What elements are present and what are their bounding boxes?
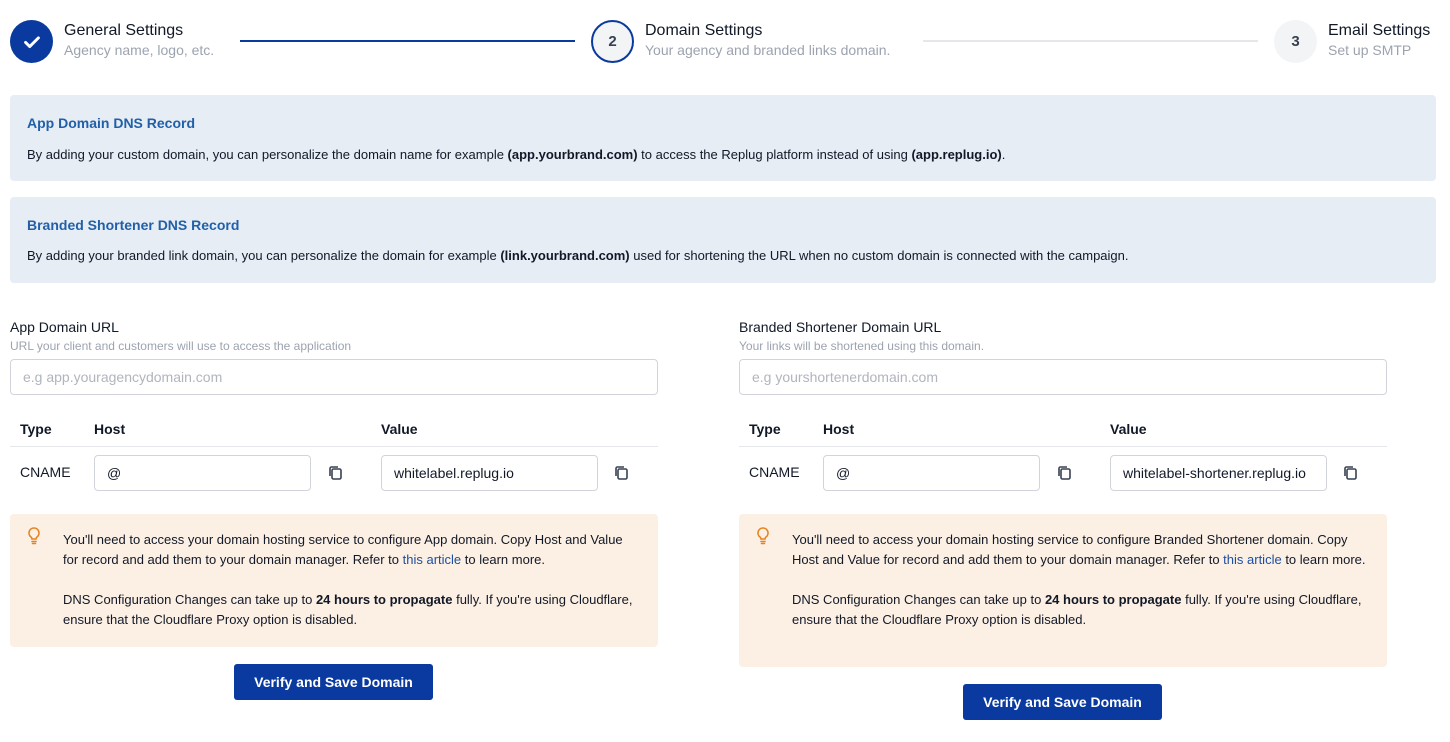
copy-value-icon[interactable]: [1342, 464, 1360, 482]
dns-record-row: CNAME @ whitelabel.replug.io: [10, 455, 658, 491]
value-header: Value: [1110, 421, 1147, 437]
verify-save-branded-domain-button[interactable]: Verify and Save Domain: [963, 684, 1162, 720]
app-domain-label: App Domain URL: [10, 319, 119, 335]
branded-domain-input[interactable]: [739, 359, 1387, 395]
example-domain: (app.yourbrand.com): [507, 147, 638, 162]
value-header: Value: [381, 421, 418, 437]
type-header: Type: [749, 421, 781, 437]
text: DNS Configuration Changes can take up to: [63, 592, 316, 607]
info-title: Branded Shortener DNS Record: [27, 217, 240, 233]
default-domain: (app.replug.io): [911, 147, 1002, 162]
copy-host-icon[interactable]: [327, 464, 345, 482]
step-general-settings[interactable]: General Settings Agency name, logo, etc.: [10, 20, 214, 63]
verify-save-app-domain-button[interactable]: Verify and Save Domain: [234, 664, 433, 700]
branded-domain-help: Your links will be shortened using this …: [739, 339, 985, 353]
text: By adding your branded link domain, you …: [27, 248, 501, 263]
value-field[interactable]: whitelabel.replug.io: [381, 455, 598, 491]
app-domain-input[interactable]: [10, 359, 658, 395]
dns-tip-box: You'll need to access your domain hostin…: [739, 514, 1387, 667]
propagation-time: 24 hours to propagate: [1044, 592, 1182, 607]
step-title: General Settings: [64, 22, 184, 39]
step-title: Email Settings: [1328, 22, 1431, 39]
step-1-circle: [10, 20, 53, 63]
value-field[interactable]: whitelabel-shortener.replug.io: [1110, 455, 1327, 491]
lightbulb-icon: [757, 527, 769, 545]
app-domain-section: App Domain URL URL your client and custo…: [10, 318, 658, 700]
step-subtitle: Set up SMTP: [1328, 42, 1412, 58]
info-title: App Domain DNS Record: [27, 115, 196, 131]
progress-stepper: General Settings Agency name, logo, etc.…: [0, 0, 1450, 80]
dns-record-row: CNAME @ whitelabel-shortener.replug.io: [739, 455, 1387, 491]
tip-text: You'll need to access your domain hostin…: [63, 530, 638, 630]
step-domain-settings[interactable]: 2 Domain Settings Your agency and brande…: [591, 20, 890, 63]
app-domain-help: URL your client and customers will use t…: [10, 339, 352, 353]
text: to access the Replug platform instead of…: [637, 147, 912, 162]
branded-domain-section: Branded Shortener Domain URL Your links …: [739, 318, 1387, 720]
step-2-circle: 2: [591, 20, 634, 63]
type-header: Type: [20, 421, 52, 437]
step-3-circle: 3: [1274, 20, 1317, 63]
this-article-link[interactable]: this article: [1223, 552, 1282, 567]
text: to learn more.: [461, 552, 545, 567]
text: By adding your custom domain, you can pe…: [27, 147, 508, 162]
text: to learn more.: [1281, 552, 1366, 567]
info-description: By adding your branded link domain, you …: [27, 248, 1129, 263]
this-article-link[interactable]: this article: [403, 552, 462, 567]
propagation-time: 24 hours to propagate: [315, 592, 453, 607]
copy-value-icon[interactable]: [613, 464, 631, 482]
record-type: CNAME: [20, 464, 71, 480]
check-icon: [23, 35, 40, 48]
lightbulb-icon: [28, 527, 40, 545]
tip-text: You'll need to access your domain hostin…: [792, 530, 1367, 630]
step-email-settings[interactable]: 3 Email Settings Set up SMTP: [1274, 20, 1430, 63]
host-header: Host: [823, 421, 855, 437]
branded-domain-label: Branded Shortener Domain URL: [739, 319, 942, 335]
copy-host-icon[interactable]: [1056, 464, 1074, 482]
text: .: [1001, 147, 1006, 162]
branded-shortener-info-box: Branded Shortener DNS Record By adding y…: [10, 197, 1436, 283]
app-domain-info-box: App Domain DNS Record By adding your cus…: [10, 95, 1436, 181]
record-type: CNAME: [749, 464, 800, 480]
step-title: Domain Settings: [645, 22, 763, 39]
host-header: Host: [94, 421, 126, 437]
example-domain: (link.yourbrand.com): [500, 248, 630, 263]
text: DNS Configuration Changes can take up to: [792, 592, 1045, 607]
dns-table-header: Type Host Value: [739, 421, 1387, 447]
step-connector-complete: [240, 40, 575, 42]
step-subtitle: Your agency and branded links domain.: [645, 42, 891, 58]
info-description: By adding your custom domain, you can pe…: [27, 147, 1005, 162]
host-field[interactable]: @: [94, 455, 311, 491]
host-field[interactable]: @: [823, 455, 1040, 491]
step-connector-pending: [923, 40, 1258, 42]
text: used for shortening the URL when no cust…: [629, 248, 1129, 263]
dns-tip-box: You'll need to access your domain hostin…: [10, 514, 658, 647]
dns-table-header: Type Host Value: [10, 421, 658, 447]
step-subtitle: Agency name, logo, etc.: [64, 42, 215, 58]
